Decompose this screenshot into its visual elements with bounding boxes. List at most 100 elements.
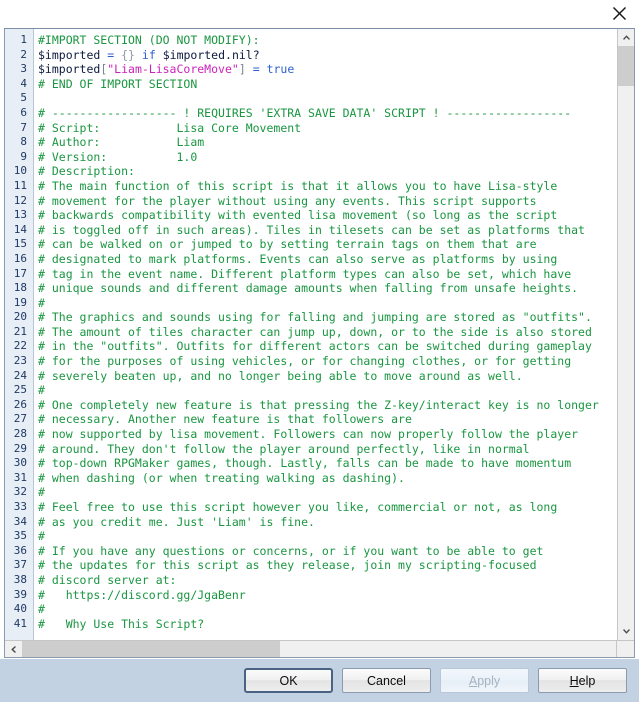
code-line[interactable]: # xyxy=(38,485,617,500)
editor-body: 1 2 3 4 5 6 7 8 9 10 11 12 13 14 15 16 17 18 19 20 21 22 23 24 2… xyxy=(5,29,634,640)
line-number-gutter: 1 2 3 4 5 6 7 8 9 10 11 12 13 14 15 16 17 18 19 20 21 22 23 24 2… xyxy=(5,29,34,640)
help-button-label: elp xyxy=(578,673,596,688)
line-number: 7 xyxy=(20,120,27,134)
code-line[interactable]: # The amount of tiles character can jump… xyxy=(38,325,617,340)
script-editor[interactable]: 1 2 3 4 5 6 7 8 9 10 11 12 13 14 15 16 17 18 19 20 21 22 23 24 2… xyxy=(4,28,635,658)
title-bar xyxy=(0,0,639,28)
line-number: 38 xyxy=(13,572,27,586)
vertical-scrollbar-track[interactable] xyxy=(618,86,634,623)
vertical-scrollbar[interactable] xyxy=(617,29,634,640)
code-line[interactable]: # movement for the player without using … xyxy=(38,194,617,209)
line-number: 27 xyxy=(13,412,27,426)
code-line[interactable]: # The main function of this script is th… xyxy=(38,179,617,194)
line-number: 40 xyxy=(13,602,27,616)
code-token: # tag in the event name. Different platf… xyxy=(38,266,572,281)
code-line[interactable]: # xyxy=(38,529,617,544)
code-token: # xyxy=(38,529,45,544)
code-line[interactable]: # can be walked on or jumped to by setti… xyxy=(38,237,617,252)
code-token: # Author: Liam xyxy=(38,135,205,150)
line-number: 11 xyxy=(13,178,27,192)
code-line[interactable]: # now supported by lisa movement. Follow… xyxy=(38,427,617,442)
code-line[interactable]: # the updates for this script as they re… xyxy=(38,558,617,573)
code-line[interactable]: # Feel free to use this script however y… xyxy=(38,500,617,515)
code-token: # can be walked on or jumped to by setti… xyxy=(38,237,537,252)
code-line[interactable]: # If you have any questions or concerns,… xyxy=(38,544,617,559)
line-number: 6 xyxy=(20,105,27,119)
code-line[interactable]: # tag in the event name. Different platf… xyxy=(38,267,617,282)
code-line[interactable]: # Script: Lisa Core Movement xyxy=(38,121,617,136)
code-token: $imported xyxy=(38,47,101,62)
vertical-scrollbar-thumb[interactable] xyxy=(618,46,634,86)
line-number: 16 xyxy=(13,251,27,265)
code-line[interactable]: # Description: xyxy=(38,164,617,179)
code-line[interactable]: # in the "outfits". Outfits for differen… xyxy=(38,339,617,354)
code-line[interactable]: # xyxy=(38,383,617,398)
apply-button[interactable]: Apply xyxy=(440,668,529,693)
cancel-button-label: Cancel xyxy=(367,673,406,688)
close-icon[interactable] xyxy=(608,2,630,24)
code-token: $imported xyxy=(38,62,101,77)
line-number: 12 xyxy=(13,193,27,207)
close-glyph xyxy=(612,6,626,20)
code-token: # designated to mark platforms. Events c… xyxy=(38,251,558,266)
code-token: # when dashing (or when treating walking… xyxy=(38,470,405,485)
line-number: 30 xyxy=(13,456,27,470)
code-viewport[interactable]: 1 2 3 4 5 6 7 8 9 10 11 12 13 14 15 16 17 18 19 20 21 22 23 24 2… xyxy=(5,29,617,640)
line-number: 15 xyxy=(13,237,27,251)
code-line[interactable]: # END OF IMPORT SECTION xyxy=(38,77,617,92)
code-line[interactable]: #IMPORT SECTION (DO NOT MODIFY): xyxy=(38,33,617,48)
code-line[interactable]: # designated to mark platforms. Events c… xyxy=(38,252,617,267)
chevron-up-icon xyxy=(622,35,630,40)
line-number: 28 xyxy=(13,427,27,441)
script-editor-dialog: 1 2 3 4 5 6 7 8 9 10 11 12 13 14 15 16 17 18 19 20 21 22 23 24 2… xyxy=(0,0,639,702)
code-token: # Why Use This Script? xyxy=(38,616,205,631)
line-number: 19 xyxy=(13,295,27,309)
code-line[interactable]: # The graphics and sounds using for fall… xyxy=(38,310,617,325)
code-line[interactable]: # ------------------ ! REQUIRES 'EXTRA S… xyxy=(38,106,617,121)
code-line[interactable]: # discord server at: xyxy=(38,573,617,588)
code-text-area[interactable]: #IMPORT SECTION (DO NOT MODIFY): $importe… xyxy=(34,29,617,640)
code-line[interactable]: # Version: 1.0 xyxy=(38,150,617,165)
scrollbar-corner xyxy=(616,641,634,657)
code-line[interactable]: # xyxy=(38,602,617,617)
code-line[interactable]: # as you credit me. Just 'Liam' is fine. xyxy=(38,515,617,530)
code-line[interactable]: # Why Use This Script? xyxy=(38,617,617,632)
code-line[interactable]: # when dashing (or when treating walking… xyxy=(38,471,617,486)
code-line[interactable]: # https://discord.gg/JgaBenr xyxy=(38,588,617,603)
code-line[interactable]: # is toggled off in such areas). Tiles i… xyxy=(38,223,617,238)
line-number: 2 xyxy=(20,47,27,61)
horizontal-scrollbar-thumb[interactable] xyxy=(22,641,280,657)
horizontal-scrollbar[interactable] xyxy=(5,640,634,657)
code-line[interactable]: # around. They don't follow the player a… xyxy=(38,442,617,457)
code-token: {} xyxy=(121,47,135,62)
code-line[interactable]: # xyxy=(38,296,617,311)
code-token: # END OF IMPORT SECTION xyxy=(38,76,198,91)
code-line[interactable]: # backwards compatibility with evented l… xyxy=(38,208,617,223)
code-line[interactable]: $imported = {} if $imported.nil? xyxy=(38,48,617,63)
help-button[interactable]: Help xyxy=(538,668,627,693)
code-token: # around. They don't follow the player a… xyxy=(38,441,530,456)
code-line[interactable]: # severely beaten up, and no longer bein… xyxy=(38,369,617,384)
scroll-down-arrow-icon[interactable] xyxy=(618,623,634,640)
code-line[interactable]: # for the purposes of using vehicles, or… xyxy=(38,354,617,369)
code-line[interactable]: # One completely new feature is that pre… xyxy=(38,398,617,413)
scroll-left-arrow-icon[interactable] xyxy=(5,641,22,657)
code-token: # xyxy=(38,485,45,500)
code-line[interactable] xyxy=(38,91,617,106)
ok-button-label: OK xyxy=(279,673,298,688)
code-line[interactable]: # unique sounds and different damage amo… xyxy=(38,281,617,296)
ok-button[interactable]: OK xyxy=(244,668,333,693)
horizontal-scrollbar-track[interactable] xyxy=(280,641,616,657)
code-token: "Liam-LisaCoreMove" xyxy=(107,62,239,77)
code-token: # top-down RPGMaker games, though. Lastl… xyxy=(38,456,572,471)
cancel-button[interactable]: Cancel xyxy=(342,668,431,693)
code-line[interactable]: # top-down RPGMaker games, though. Lastl… xyxy=(38,456,617,471)
line-number: 41 xyxy=(13,616,27,630)
code-line[interactable]: # Author: Liam xyxy=(38,135,617,150)
code-token: # is toggled off in such areas). Tiles i… xyxy=(38,222,585,237)
line-number: 10 xyxy=(13,164,27,178)
code-line[interactable]: $imported["Liam-LisaCoreMove"] = true xyxy=(38,62,617,77)
code-line[interactable]: # necessary. Another new feature is that… xyxy=(38,412,617,427)
scroll-up-arrow-icon[interactable] xyxy=(618,29,634,46)
